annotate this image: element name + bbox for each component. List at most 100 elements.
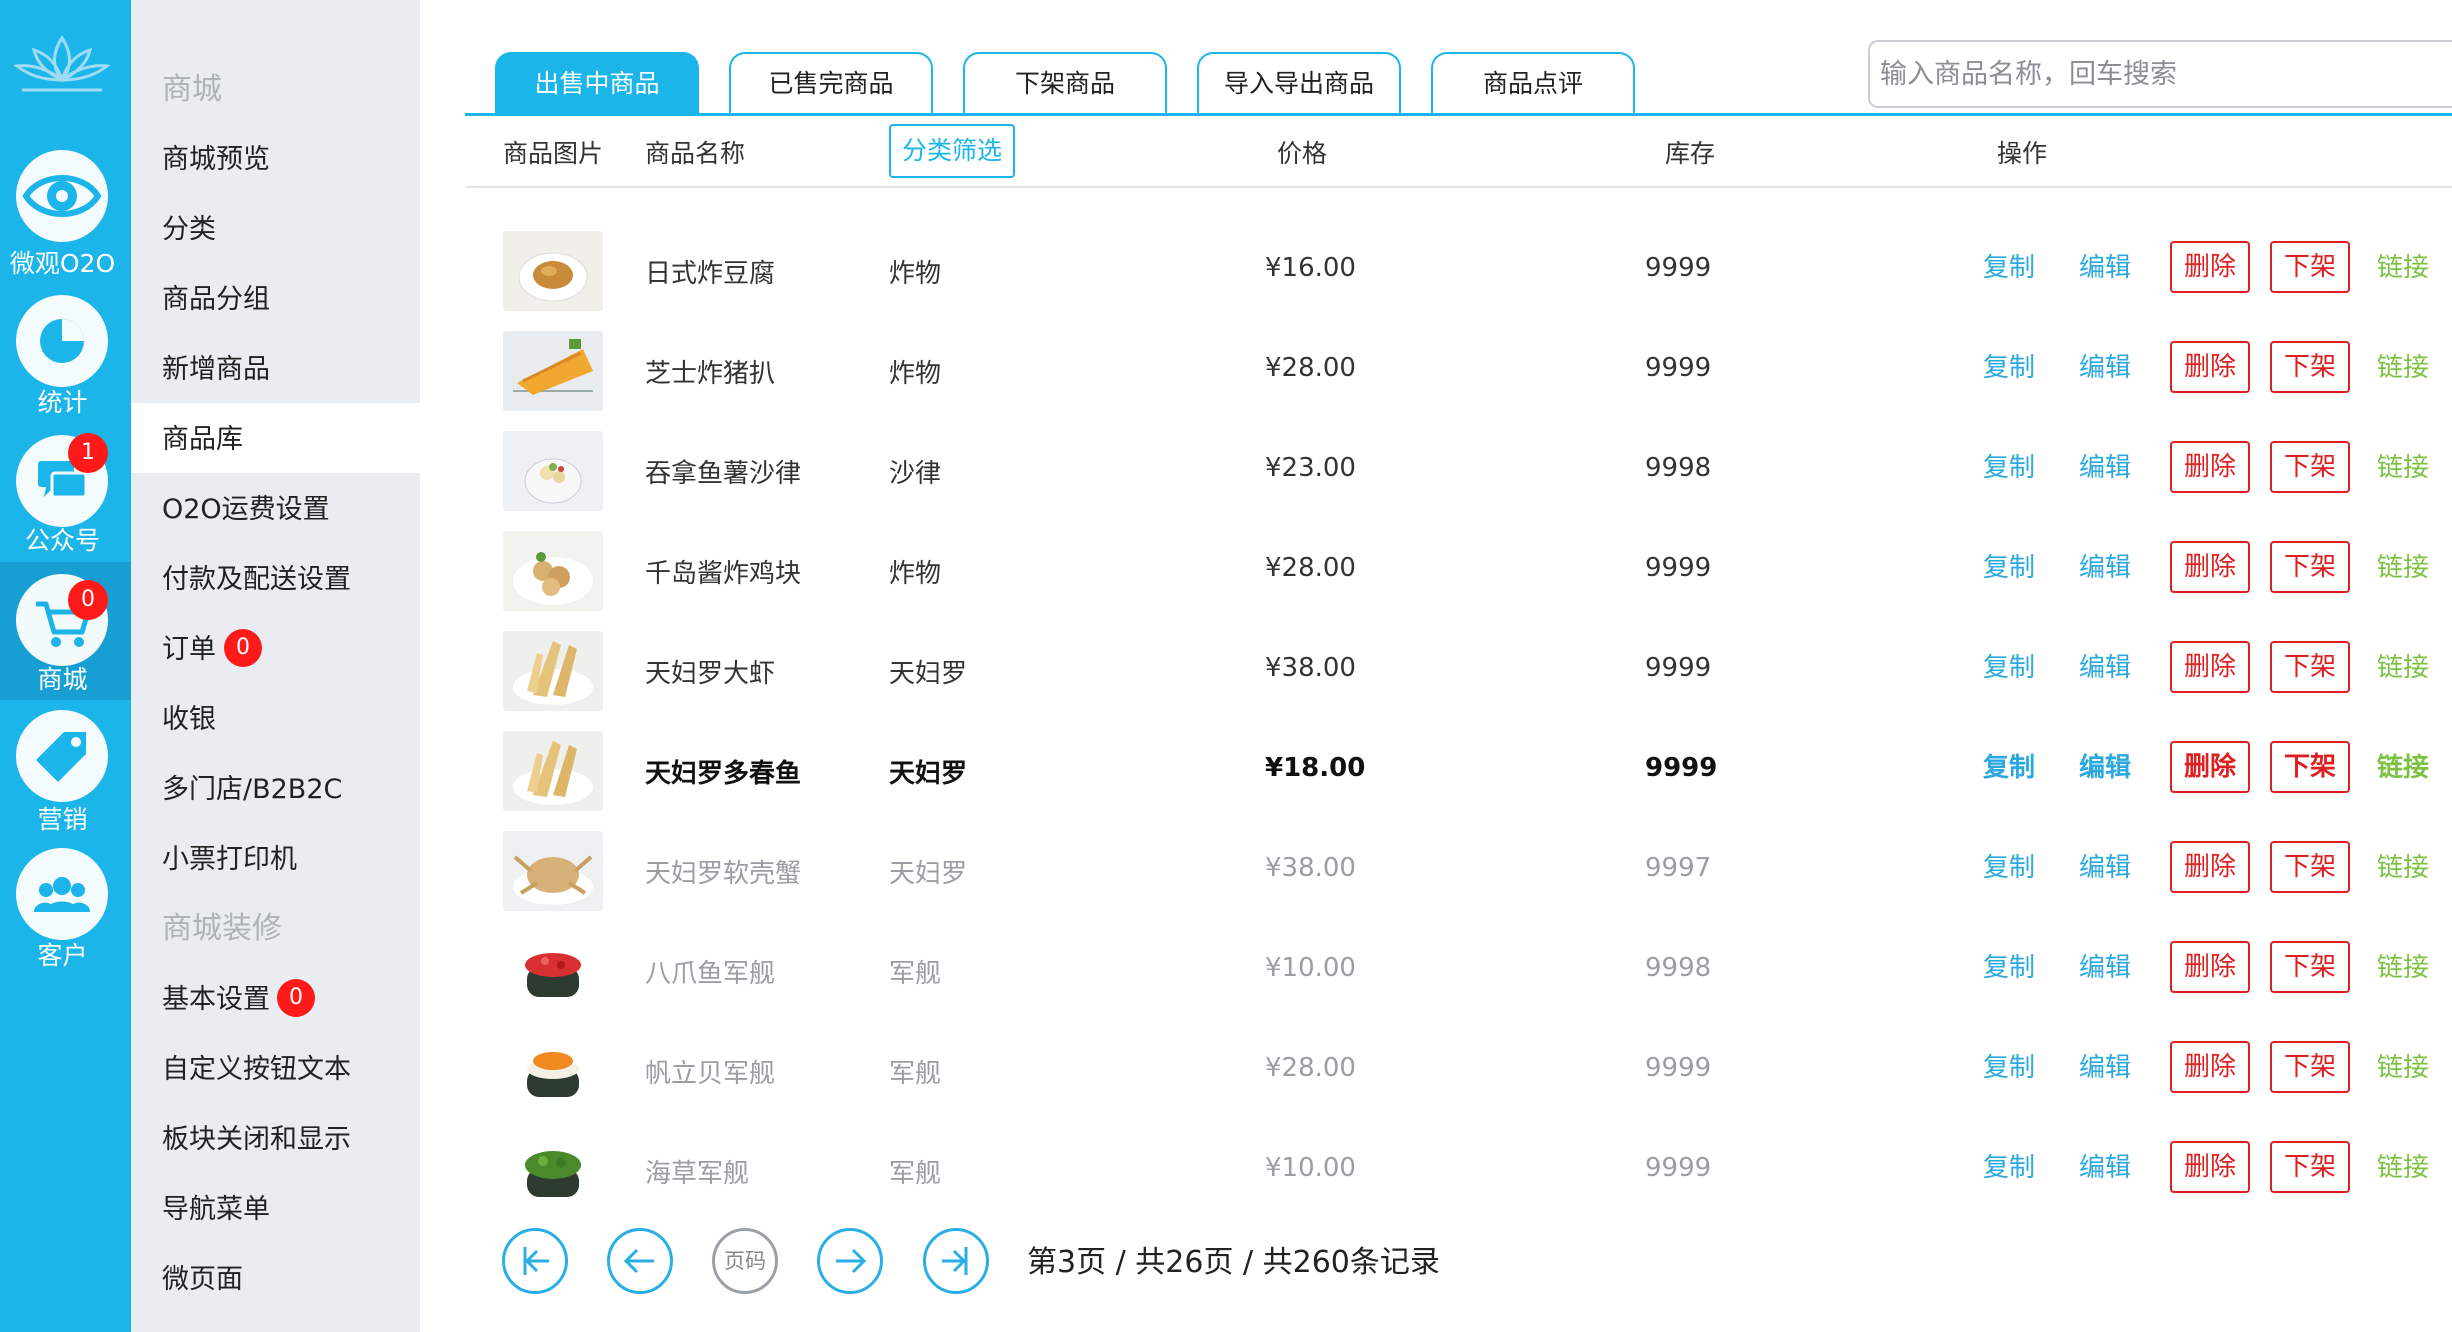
copy-button[interactable]: 复制 [1983,447,2035,484]
edit-button[interactable]: 编辑 [2079,1047,2131,1084]
menu-item-basic-settings[interactable]: 基本设置 0 [131,963,420,1033]
copy-button[interactable]: 复制 [1983,1147,2035,1184]
off-shelf-button[interactable]: 下架 [2270,641,2350,693]
delete-button[interactable]: 删除 [2170,241,2250,293]
tab-off-shelf[interactable]: 下架商品 [963,52,1167,114]
rail-item-customers[interactable]: 客户 [0,838,131,976]
page-number-input[interactable]: 页码 [712,1228,778,1294]
copy-button[interactable]: 复制 [1983,747,2035,784]
product-stock: 9999 [1645,253,1712,283]
off-shelf-button[interactable]: 下架 [2270,241,2350,293]
tab-on-sale[interactable]: 出售中商品 [495,52,699,114]
off-shelf-button[interactable]: 下架 [2270,741,2350,793]
delete-button[interactable]: 删除 [2170,1141,2250,1193]
delete-button[interactable]: 删除 [2170,841,2250,893]
menu-item-label: 板块关闭和显示 [162,1124,351,1155]
tab-import-export[interactable]: 导入导出商品 [1197,52,1401,114]
prev-page-button[interactable] [607,1228,673,1294]
off-shelf-button[interactable]: 下架 [2270,441,2350,493]
first-page-button[interactable] [502,1228,568,1294]
menu-section-label: 商城装修 [162,911,282,946]
copy-button[interactable]: 复制 [1983,347,2035,384]
menu-item-multi-store[interactable]: 多门店/B2B2C [131,753,420,823]
rail-item-o2o[interactable]: 微观O2O [0,140,131,278]
menu-item-cashier[interactable]: 收银 [131,683,420,753]
product-category: 天妇罗 [889,859,968,889]
salad-image [503,431,603,511]
copy-button[interactable]: 复制 [1983,547,2035,584]
delete-button[interactable]: 删除 [2170,741,2250,793]
edit-button[interactable]: 编辑 [2079,1147,2131,1184]
copy-button[interactable]: 复制 [1983,247,2035,284]
off-shelf-button[interactable]: 下架 [2270,541,2350,593]
delete-button[interactable]: 删除 [2170,541,2250,593]
menu-item-payment-delivery[interactable]: 付款及配送设置 [131,543,420,613]
menu-item-o2o-shipping[interactable]: O2O运费设置 [131,473,420,543]
tabs-divider [465,113,2452,116]
next-page-button[interactable] [817,1228,883,1294]
product-price: ¥16.00 [1265,253,1356,283]
link-button[interactable]: 链接 [2377,847,2429,884]
menu-item-nav-menu[interactable]: 导航菜单 [131,1173,420,1243]
link-button[interactable]: 链接 [2377,947,2429,984]
link-button[interactable]: 链接 [2377,447,2429,484]
delete-button[interactable]: 删除 [2170,341,2250,393]
product-category: 天妇罗 [889,759,968,789]
edit-button[interactable]: 编辑 [2079,747,2131,784]
off-shelf-button[interactable]: 下架 [2270,1041,2350,1093]
off-shelf-button[interactable]: 下架 [2270,341,2350,393]
rail-item-mall[interactable]: 0 商城 [0,562,131,700]
menu-item-block-visibility[interactable]: 板块关闭和显示 [131,1103,420,1173]
tab-reviews[interactable]: 商品点评 [1431,52,1635,114]
last-page-icon [942,1247,968,1275]
edit-button[interactable]: 编辑 [2079,347,2131,384]
edit-button[interactable]: 编辑 [2079,647,2131,684]
link-button[interactable]: 链接 [2377,347,2429,384]
column-header-name: 商品名称 [645,139,746,168]
menu-item-category[interactable]: 分类 [131,193,420,263]
edit-button[interactable]: 编辑 [2079,247,2131,284]
last-page-button[interactable] [923,1228,989,1294]
delete-button[interactable]: 删除 [2170,641,2250,693]
link-button[interactable]: 链接 [2377,247,2429,284]
menu-item-orders[interactable]: 订单 0 [131,613,420,683]
menu-item-mall-preview[interactable]: 商城预览 [131,123,420,193]
off-shelf-button[interactable]: 下架 [2270,1141,2350,1193]
rail-item-marketing[interactable]: 营销 [0,700,131,838]
menu-item-product-groups[interactable]: 商品分组 [131,263,420,333]
category-filter-button[interactable]: 分类筛选 [889,124,1015,178]
menu-item-custom-button-text[interactable]: 自定义按钮文本 [131,1033,420,1103]
search-input[interactable] [1868,40,2452,108]
menu-item-receipt-printer[interactable]: 小票打印机 [131,823,420,893]
off-shelf-button[interactable]: 下架 [2270,941,2350,993]
main-content: 出售中商品 已售完商品 下架商品 导入导出商品 商品点评 商品图片 商品名称 分… [420,0,2452,1332]
menu-item-product-library[interactable]: 商品库 [131,403,420,473]
menu-item-label: 自定义按钮文本 [162,1054,351,1085]
copy-button[interactable]: 复制 [1983,947,2035,984]
tag-icon [36,732,86,782]
first-page-icon [523,1247,549,1275]
product-name: 天妇罗软壳蟹 [645,859,802,889]
link-button[interactable]: 链接 [2377,1047,2429,1084]
copy-button[interactable]: 复制 [1983,647,2035,684]
edit-button[interactable]: 编辑 [2079,847,2131,884]
menu-item-add-product[interactable]: 新增商品 [131,333,420,403]
link-button[interactable]: 链接 [2377,647,2429,684]
delete-button[interactable]: 删除 [2170,441,2250,493]
edit-button[interactable]: 编辑 [2079,447,2131,484]
copy-button[interactable]: 复制 [1983,847,2035,884]
copy-button[interactable]: 复制 [1983,1047,2035,1084]
link-button[interactable]: 链接 [2377,1147,2429,1184]
tab-sold-out[interactable]: 已售完商品 [729,52,933,114]
rail-item-wechat[interactable]: 1 公众号 [0,425,131,563]
link-button[interactable]: 链接 [2377,747,2429,784]
rail-item-stats[interactable]: 统计 [0,285,131,423]
delete-button[interactable]: 删除 [2170,941,2250,993]
menu-item-micro-page[interactable]: 微页面 [131,1243,420,1313]
off-shelf-button[interactable]: 下架 [2270,841,2350,893]
product-stock: 9998 [1645,453,1712,483]
delete-button[interactable]: 删除 [2170,1041,2250,1093]
edit-button[interactable]: 编辑 [2079,547,2131,584]
link-button[interactable]: 链接 [2377,547,2429,584]
edit-button[interactable]: 编辑 [2079,947,2131,984]
